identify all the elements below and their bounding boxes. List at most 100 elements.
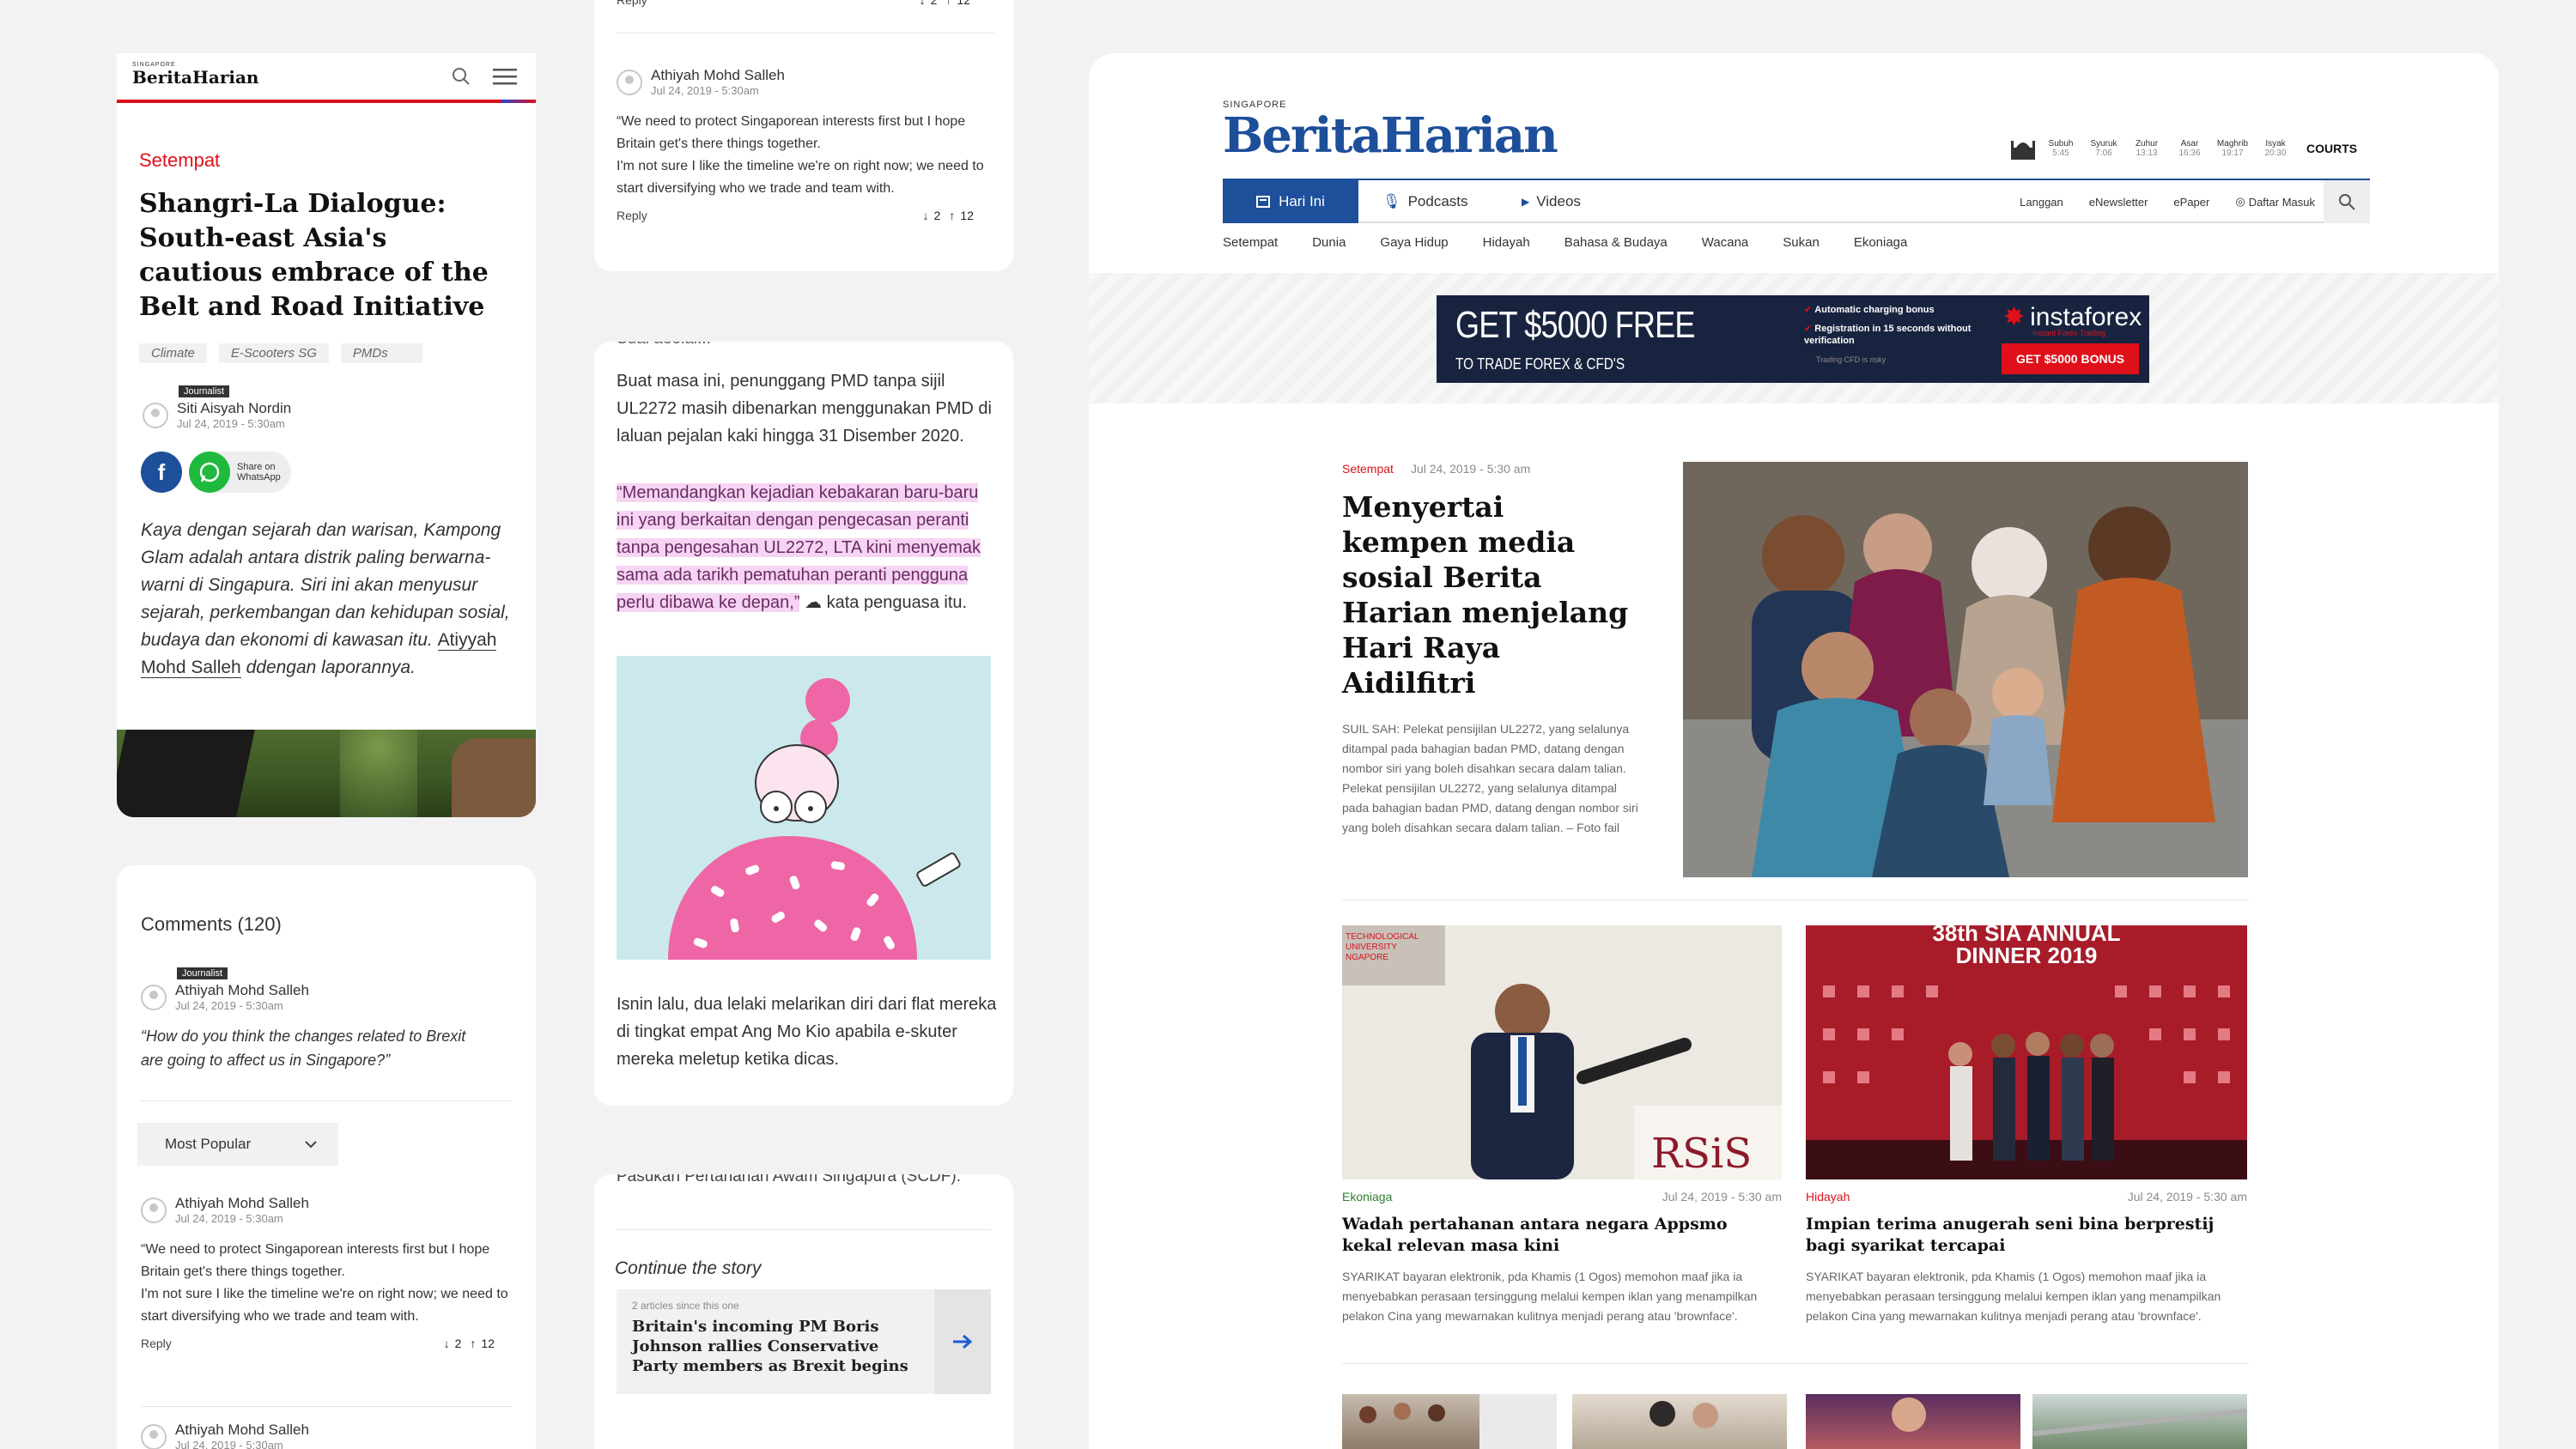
article-paragraph: Buat masa ini, penunggang PMD tanpa siji… xyxy=(617,372,992,446)
desktop-page: SINGAPORE BeritaHarian Subuh 5:45 Syuruk 7… xyxy=(1089,53,2499,1449)
upvote-icon[interactable]: ↑ xyxy=(945,0,951,7)
link-langgan[interactable]: Langgan xyxy=(2020,196,2063,209)
article-tags: Climate E-Scooters SG PMDs xyxy=(139,343,434,363)
tag-climate[interactable]: Climate xyxy=(139,343,207,363)
whatsapp-share-button[interactable]: Share on WhatsApp xyxy=(189,452,291,493)
author-name[interactable]: Siti Aisyah Nordin xyxy=(177,400,291,417)
upvote-icon[interactable]: ↑ xyxy=(949,209,955,222)
section-hidayah[interactable]: Hidayah xyxy=(1483,235,1530,250)
search-icon[interactable] xyxy=(450,65,472,88)
lead-image[interactable] xyxy=(1683,462,2248,877)
share-row: f Share on WhatsApp xyxy=(141,452,291,493)
section-bahasa-budaya[interactable]: Bahasa & Budaya xyxy=(1564,235,1668,250)
hamburger-menu-icon[interactable] xyxy=(493,67,517,86)
comment-item: Athiyah Mohd Salleh Jul 24, 2019 - 5:30a… xyxy=(141,1422,309,1449)
article-title: Shangri-La Dialogue: South-east Asia's c… xyxy=(139,189,489,322)
mobile-comments-card: Comments (120) Journalist Athiyah Mohd S… xyxy=(117,865,536,1449)
facebook-share-button[interactable]: f xyxy=(141,452,182,493)
reply-button[interactable]: Reply xyxy=(141,1337,172,1350)
downvote-icon[interactable]: ↓ xyxy=(923,209,929,222)
commenter-avatar xyxy=(141,1423,167,1449)
journalist-badge: Journalist xyxy=(177,967,228,979)
mobile-header: SINGAPORE BeritaHarian xyxy=(117,53,536,103)
author-block: Journalist Siti Aisyah Nordin Jul 24, 20… xyxy=(143,383,291,430)
main-nav: Hari Ini 🎙 Podcasts ▶ Videos Langgan eNews… xyxy=(1223,179,2370,223)
link-enewsletter[interactable]: eNewsletter xyxy=(2089,196,2148,209)
thumb-4[interactable] xyxy=(2032,1394,2247,1449)
microphone-icon: 🎙 xyxy=(1382,193,1401,209)
sort-dropdown[interactable]: Most Popular xyxy=(137,1123,338,1166)
prayer-syuruk: Syuruk 7:06 xyxy=(2090,139,2117,158)
utility-links: Langgan eNewsletter ePaper ◎ Daftar Masuk xyxy=(2020,180,2315,223)
lead-category[interactable]: Setempat xyxy=(1342,462,1394,476)
next-article-card[interactable]: 2 articles since this one Britain's inco… xyxy=(617,1289,991,1394)
article-pull-quote: “Memandangkan kejadian kebakaran baru-ba… xyxy=(617,483,981,612)
mobile-logo[interactable]: SINGAPORE BeritaHarian xyxy=(132,62,258,88)
commenter-avatar xyxy=(141,1197,167,1223)
section-gaya-hidup[interactable]: Gaya Hidup xyxy=(1380,235,1448,250)
upvote-icon[interactable]: ↑ xyxy=(470,1337,476,1350)
prayer-zuhur: Zuhur 13:13 xyxy=(2135,139,2159,158)
section-dunia[interactable]: Dunia xyxy=(1312,235,1346,250)
journalist-question: “How do you think the changes related to… xyxy=(141,1028,466,1069)
story-summary: SYARIKAT bayaran elektronik, pda Khamis … xyxy=(1806,1270,2221,1323)
thumb-2[interactable] xyxy=(1572,1394,1787,1449)
tab-podcasts[interactable]: 🎙 Podcasts xyxy=(1382,180,1468,223)
downvote-icon[interactable]: ↓ xyxy=(444,1337,450,1350)
chevron-down-icon xyxy=(304,1140,318,1149)
next-article-button[interactable] xyxy=(934,1289,991,1394)
newspaper-icon xyxy=(1256,196,1271,208)
desktop-search-button[interactable] xyxy=(2324,180,2370,223)
link-epaper[interactable]: ePaper xyxy=(2173,196,2209,209)
search-icon xyxy=(2337,192,2356,211)
reply-button[interactable]: Reply xyxy=(617,209,647,222)
story-category[interactable]: Hidayah xyxy=(1806,1190,1850,1203)
tag-pmds[interactable]: PMDs xyxy=(340,343,422,363)
thumb-3[interactable] xyxy=(1806,1394,2020,1449)
section-wacana[interactable]: Wacana xyxy=(1702,235,1748,250)
continue-story-card: Pasukan Pertahanan Awam Singapura (SCDF)… xyxy=(594,1174,1013,1449)
link-daftar-masuk[interactable]: ◎ Daftar Masuk xyxy=(2235,195,2315,209)
mobile-article-card: SINGAPORE BeritaHarian Setempat Shangri-… xyxy=(117,53,536,817)
story-card[interactable]: 38th SIA ANNUAL DINNER 2019 Hidayah Jul … xyxy=(1806,925,2247,1326)
mid-comment-card: Reply ↓ 2 ↑ 12 Athiyah Mohd Salleh Jul 24,… xyxy=(594,0,1013,271)
tag-escooters[interactable]: E-Scooters SG xyxy=(218,343,329,363)
thumb-1[interactable] xyxy=(1342,1394,1557,1449)
lead-title[interactable]: Menyertai kempen media sosial Berita Har… xyxy=(1342,489,1634,700)
arrow-right-icon xyxy=(951,1333,974,1350)
story-card[interactable]: TECHNOLOGICAL UNIVERSITY NGAPORE RSiS Ek… xyxy=(1342,925,1782,1326)
continue-heading: Continue the story xyxy=(615,1258,762,1278)
desktop-logo[interactable]: SINGAPORE BeritaHarian xyxy=(1223,100,1558,161)
article-date: Jul 24, 2019 - 5:30am xyxy=(177,417,285,430)
section-setempat[interactable]: Setempat xyxy=(1223,235,1278,250)
section-sukan[interactable]: Sukan xyxy=(1783,235,1820,250)
sponsor-logo[interactable]: COURTS xyxy=(2306,142,2357,155)
stories-separator xyxy=(1342,1363,2249,1364)
video-icon: ▶ xyxy=(1522,196,1530,208)
tab-hari-ini[interactable]: Hari Ini xyxy=(1223,180,1358,223)
story-image: TECHNOLOGICAL UNIVERSITY NGAPORE RSiS xyxy=(1342,925,1782,1179)
ad-banner[interactable]: GET $5000 FREE TO TRADE FOREX & CFD'S ✔ … xyxy=(1437,295,2149,383)
comment-item: Athiyah Mohd Salleh Jul 24, 2019 - 5:30a… xyxy=(617,67,998,222)
instaforex-logo: ✸ instaforex xyxy=(2003,302,2142,332)
commenter-name[interactable]: Athiyah Mohd Salleh xyxy=(175,1195,309,1212)
journalist-badge: Journalist xyxy=(179,385,230,397)
story-title: Impian terima anugerah seni bina berpres… xyxy=(1806,1215,2215,1255)
commenter-avatar xyxy=(617,69,642,95)
article-category[interactable]: Setempat xyxy=(139,149,220,172)
prayer-isyak: Isyak 20:30 xyxy=(2264,139,2287,158)
story-category[interactable]: Ekoniaga xyxy=(1342,1190,1392,1203)
speech-icon: ☁ xyxy=(805,593,823,612)
prayer-asar: Asar 16:36 xyxy=(2178,139,2201,158)
reply-button[interactable]: Reply xyxy=(617,0,647,7)
section-ekoniaga[interactable]: Ekoniaga xyxy=(1854,235,1908,250)
user-icon: ◎ xyxy=(2235,195,2245,208)
article-hero-image xyxy=(117,730,536,817)
story-title: Wadah pertahanan antara negara Appsmo ke… xyxy=(1342,1215,1728,1255)
journalist-name[interactable]: Athiyah Mohd Salleh xyxy=(175,982,309,999)
mosque-icon xyxy=(2011,137,2035,160)
story-summary: SYARIKAT bayaran elektronik, pda Khamis … xyxy=(1342,1270,1758,1323)
ad-cta-button[interactable]: GET $5000 BONUS xyxy=(2002,343,2139,374)
downvote-icon[interactable]: ↓ xyxy=(920,0,926,7)
tab-videos[interactable]: ▶ Videos xyxy=(1522,180,1581,223)
